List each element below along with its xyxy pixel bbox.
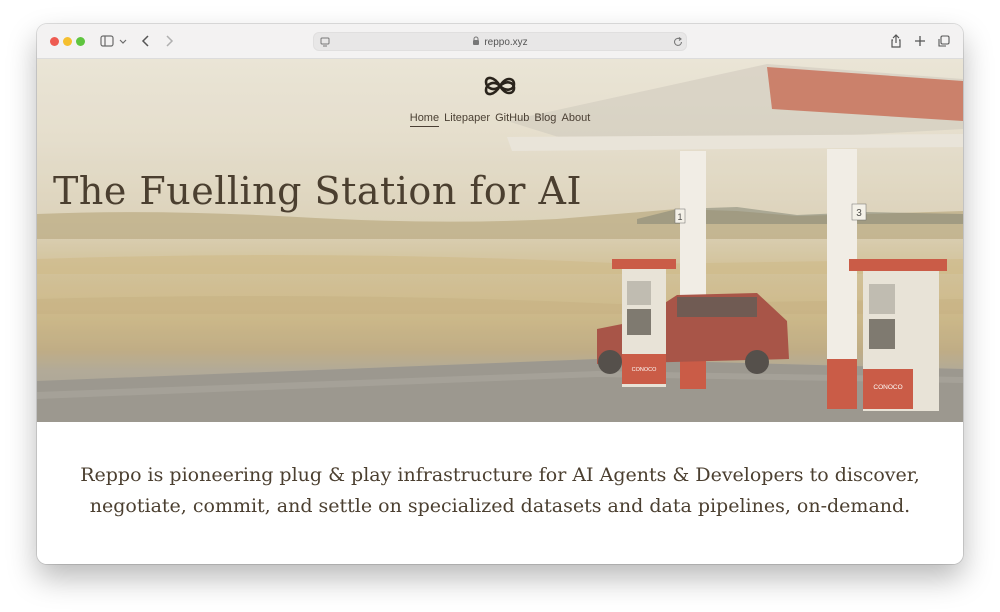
site-nav: Home Litepaper GitHub Blog About bbox=[37, 112, 963, 127]
nav-about[interactable]: About bbox=[562, 112, 591, 126]
new-tab-icon[interactable] bbox=[914, 33, 926, 49]
hero-title: The Fuelling Station for AI bbox=[53, 169, 583, 213]
zoom-window-button[interactable] bbox=[76, 37, 85, 46]
nav-home[interactable]: Home bbox=[409, 112, 440, 127]
intro-section: Reppo is pioneering plug & play infrastr… bbox=[37, 422, 963, 564]
back-icon[interactable] bbox=[141, 33, 151, 49]
nav-blog[interactable]: Blog bbox=[534, 112, 556, 126]
share-icon[interactable] bbox=[890, 33, 902, 49]
tagline: Reppo is pioneering plug & play infrastr… bbox=[80, 464, 920, 517]
reload-icon[interactable] bbox=[672, 34, 684, 50]
lock-icon bbox=[472, 36, 480, 49]
minimize-window-button[interactable] bbox=[63, 37, 72, 46]
nav-github[interactable]: GitHub bbox=[495, 112, 529, 126]
address-bar[interactable]: reppo.xyz bbox=[313, 32, 687, 51]
url-text: reppo.xyz bbox=[484, 37, 528, 48]
tabs-icon[interactable] bbox=[937, 33, 951, 49]
nav-litepaper[interactable]: Litepaper bbox=[444, 112, 490, 126]
close-window-button[interactable] bbox=[50, 37, 59, 46]
sidebar-icon[interactable] bbox=[100, 33, 114, 49]
chevron-down-icon[interactable] bbox=[119, 33, 127, 49]
browser-toolbar: reppo.xyz bbox=[37, 24, 963, 59]
browser-window: reppo.xyz 1 3 CONOCO CONOCO Home Litepap… bbox=[37, 24, 963, 564]
forward-icon[interactable] bbox=[164, 33, 174, 49]
hero-banner: 1 3 CONOCO CONOCO Home Litepaper GitHub … bbox=[37, 59, 963, 422]
reppo-logo-icon[interactable] bbox=[484, 72, 516, 105]
